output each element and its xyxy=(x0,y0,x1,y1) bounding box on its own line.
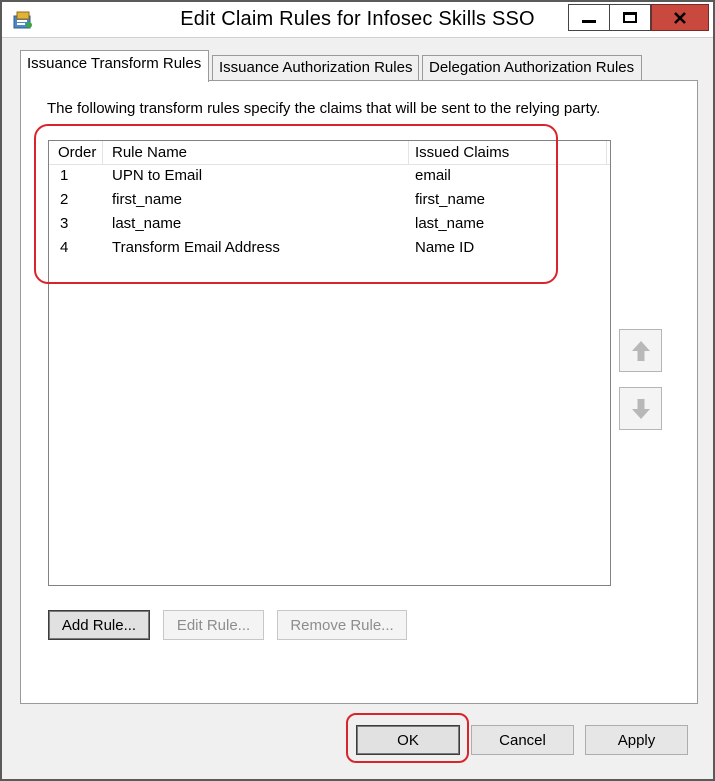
tab-panel: The following transform rules specify th… xyxy=(20,80,698,704)
cell-issued-claims: email xyxy=(415,167,451,184)
cancel-button[interactable]: Cancel xyxy=(471,725,574,755)
table-row[interactable]: 1 UPN to Email email xyxy=(49,165,610,189)
apply-button[interactable]: Apply xyxy=(585,725,688,755)
close-button[interactable] xyxy=(651,4,709,31)
cell-order: 2 xyxy=(60,191,69,208)
column-divider[interactable] xyxy=(408,141,409,165)
rules-list[interactable]: Order Rule Name Issued Claims 1 UPN to E… xyxy=(48,140,611,586)
remove-rule-label: Remove Rule... xyxy=(290,616,394,634)
ok-label: OK xyxy=(397,731,419,749)
table-row[interactable]: 3 last_name last_name xyxy=(49,213,610,237)
cell-rule-name: Transform Email Address xyxy=(112,239,280,256)
cell-order: 3 xyxy=(60,215,69,232)
minimize-icon xyxy=(582,20,596,23)
cell-issued-claims: last_name xyxy=(415,215,485,232)
panel-description: The following transform rules specify th… xyxy=(47,100,601,117)
cell-order: 1 xyxy=(60,167,69,184)
edit-claim-rules-dialog: Edit Claim Rules for Infosec Skills SSO … xyxy=(0,0,715,781)
edit-rule-button[interactable]: Edit Rule... xyxy=(163,610,264,640)
arrow-up-icon xyxy=(631,340,650,361)
column-header-issued-claims[interactable]: Issued Claims xyxy=(415,144,509,164)
list-header: Order Rule Name Issued Claims xyxy=(49,141,610,165)
maximize-icon xyxy=(623,12,637,23)
tab-issuance-authorization-rules[interactable]: Issuance Authorization Rules xyxy=(212,55,419,81)
ok-button[interactable]: OK xyxy=(356,725,460,755)
column-divider[interactable] xyxy=(102,141,103,165)
table-row[interactable]: 4 Transform Email Address Name ID xyxy=(49,237,610,261)
close-icon xyxy=(674,11,686,24)
cancel-label: Cancel xyxy=(499,731,546,749)
cell-issued-claims: first_name xyxy=(415,191,486,208)
cell-rule-name: UPN to Email xyxy=(112,167,203,184)
tab-label: Issuance Transform Rules xyxy=(27,55,202,72)
cell-issued-claims: Name ID xyxy=(415,239,475,256)
cell-rule-name: first_name xyxy=(112,191,183,208)
tab-delegation-authorization-rules[interactable]: Delegation Authorization Rules xyxy=(422,55,642,81)
tab-issuance-transform-rules[interactable]: Issuance Transform Rules xyxy=(20,50,209,82)
tab-label: Issuance Authorization Rules xyxy=(219,59,413,76)
cell-order: 4 xyxy=(60,239,69,256)
column-header-order[interactable]: Order xyxy=(58,144,96,164)
arrow-down-icon xyxy=(631,398,650,419)
maximize-button[interactable] xyxy=(609,4,651,31)
column-divider[interactable] xyxy=(606,141,607,165)
edit-rule-label: Edit Rule... xyxy=(176,616,251,634)
remove-rule-button[interactable]: Remove Rule... xyxy=(277,610,407,640)
tab-label: Delegation Authorization Rules xyxy=(429,59,635,76)
title-bar[interactable]: Edit Claim Rules for Infosec Skills SSO xyxy=(2,2,713,38)
minimize-button[interactable] xyxy=(568,4,610,31)
apply-label: Apply xyxy=(617,731,656,749)
cell-rule-name: last_name xyxy=(112,215,182,232)
add-rule-label: Add Rule... xyxy=(61,616,137,634)
column-header-rule-name[interactable]: Rule Name xyxy=(112,144,187,164)
move-up-button[interactable] xyxy=(619,329,662,372)
add-rule-button[interactable]: Add Rule... xyxy=(48,610,150,640)
table-row[interactable]: 2 first_name first_name xyxy=(49,189,610,213)
move-down-button[interactable] xyxy=(619,387,662,430)
